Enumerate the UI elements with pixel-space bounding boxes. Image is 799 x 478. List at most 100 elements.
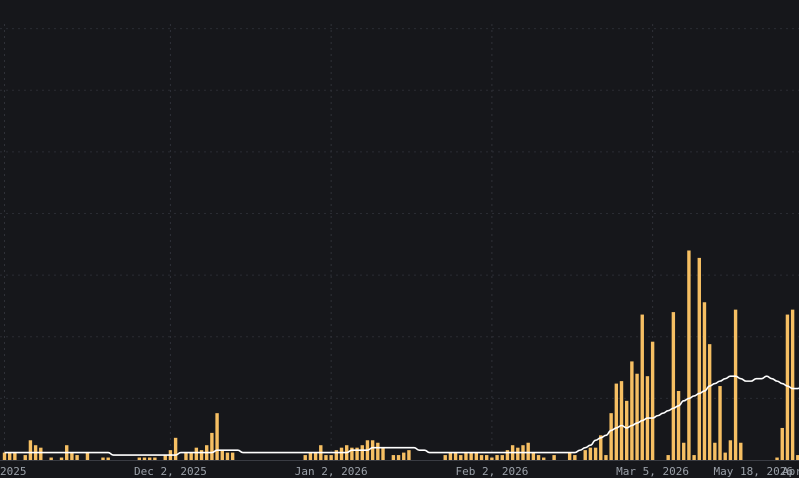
bar — [396, 455, 401, 460]
bar — [230, 452, 235, 460]
bar — [391, 455, 396, 460]
bar-series — [2, 250, 799, 460]
bar — [173, 437, 178, 460]
bar — [220, 450, 224, 460]
x-axis: 2025 Dec 2, 2025 Jan 2, 2026 Feb 2, 2026 Mar… — [0, 460, 799, 478]
bar — [671, 312, 676, 460]
bar — [630, 361, 634, 460]
bar — [225, 452, 230, 460]
bar — [469, 452, 473, 460]
bar — [407, 450, 411, 460]
bar — [640, 314, 644, 460]
bar — [443, 455, 447, 460]
bar — [28, 440, 33, 460]
bar — [666, 455, 670, 460]
bar — [682, 442, 686, 460]
bar — [593, 447, 598, 460]
bar — [376, 442, 380, 460]
bar — [49, 457, 53, 460]
x-tick-label: Feb 2, 2026 — [455, 465, 528, 478]
bar — [650, 341, 655, 460]
bar — [39, 447, 43, 460]
bar — [459, 455, 463, 460]
bar — [101, 457, 105, 460]
bar-chart: 2025 Dec 2, 2025 Jan 2, 2026 Feb 2, 2026 Mar… — [0, 24, 799, 478]
bar — [479, 455, 484, 460]
x-tick-label: Jan 2, 2026 — [295, 465, 368, 478]
bar — [536, 455, 541, 460]
bar — [153, 457, 157, 460]
bar — [189, 452, 193, 460]
bar — [790, 309, 795, 460]
bar — [75, 455, 79, 460]
bar — [303, 455, 307, 460]
bar — [583, 450, 587, 460]
bar — [370, 440, 375, 460]
bar — [676, 390, 681, 460]
bar — [23, 455, 27, 460]
bar — [599, 435, 603, 460]
bar — [739, 442, 743, 460]
bar — [59, 457, 64, 460]
bar — [137, 457, 142, 460]
bar — [609, 413, 613, 460]
bar — [13, 452, 17, 460]
bar — [604, 455, 608, 460]
bar — [718, 386, 722, 460]
bar — [697, 257, 701, 460]
bar — [381, 447, 385, 460]
bar — [567, 452, 572, 460]
bar — [313, 452, 318, 460]
bar — [692, 455, 696, 460]
bar — [453, 452, 458, 460]
bar — [334, 450, 339, 460]
bar — [464, 452, 468, 460]
bar — [360, 445, 364, 460]
bar — [194, 447, 199, 460]
bar — [106, 457, 110, 460]
bar — [614, 383, 619, 460]
bar — [542, 457, 546, 460]
bar — [687, 250, 691, 460]
bar — [780, 427, 784, 460]
bar — [485, 455, 489, 460]
bar — [723, 452, 727, 460]
bar — [505, 450, 510, 460]
x-tick-label: May 18, 2026 — [714, 465, 793, 478]
bar — [573, 455, 577, 460]
bar — [707, 344, 712, 460]
bar — [728, 440, 733, 460]
bar — [495, 455, 499, 460]
bar — [531, 452, 536, 460]
bar — [184, 452, 188, 460]
bar — [199, 450, 204, 460]
bar — [474, 452, 479, 460]
bar — [588, 447, 593, 460]
bar — [324, 455, 328, 460]
bar — [70, 452, 74, 460]
bar — [142, 457, 147, 460]
bar — [2, 452, 7, 460]
bar — [308, 452, 313, 460]
bar — [490, 457, 494, 460]
x-tick-label: Dec 2, 2025 — [134, 465, 207, 478]
bar — [775, 457, 779, 460]
bar — [635, 373, 639, 460]
bar — [619, 381, 624, 460]
bar — [733, 309, 738, 460]
x-tick-label: 2025 — [0, 465, 27, 478]
bar — [552, 455, 556, 460]
bar — [500, 455, 504, 460]
bar — [526, 442, 530, 460]
bar — [7, 452, 12, 460]
bar — [448, 452, 453, 460]
bar — [402, 452, 406, 460]
bar — [147, 457, 152, 460]
bar — [713, 442, 717, 460]
bar — [210, 432, 214, 460]
bar — [85, 452, 90, 460]
bar — [339, 447, 344, 460]
bar — [625, 400, 629, 460]
x-tick-label: Mar 5, 2026 — [616, 465, 689, 478]
bar — [329, 455, 333, 460]
